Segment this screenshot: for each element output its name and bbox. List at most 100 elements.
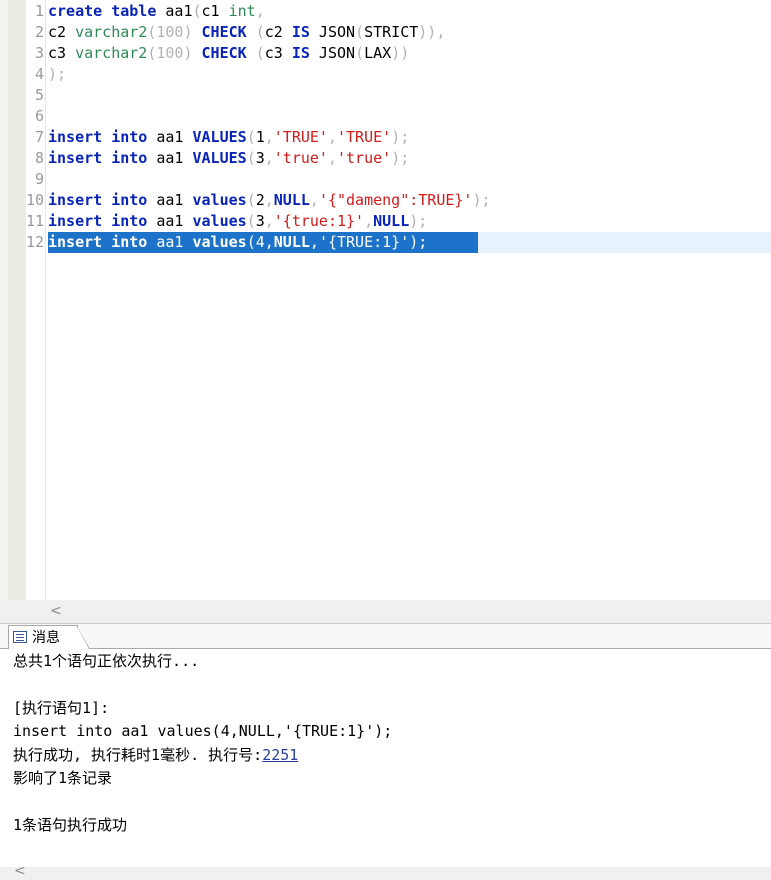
code-token: JSON [309,44,356,62]
code-token: , [327,128,337,146]
code-line[interactable]: 10 insert into aa1 values(2,NULL,'{"damen… [0,190,771,211]
code-token: ( [355,44,365,62]
code-line[interactable]: 5 [0,85,771,106]
code-token: insert [48,149,103,167]
code-token: insert [48,128,103,146]
code-token: , [264,233,274,251]
code-token: into [111,149,148,167]
code-token: ( [246,128,256,146]
code-token: VALUES [192,149,247,167]
scroll-left-icon[interactable]: < [50,600,62,622]
code-token: ( [246,149,256,167]
code-line[interactable]: 4); [0,64,771,85]
code-token: 1 [255,128,265,146]
message-icon [13,631,27,643]
code-token: '{true:1}' [273,212,365,230]
code-line[interactable]: 1 create table aa1(c1 int, [0,1,771,22]
code-text: c3 varchar2(100) CHECK (c3 IS JSON(LAX)) [48,43,409,64]
editor-horizontal-scrollbar[interactable]: < [0,600,771,623]
code-token: , [264,128,274,146]
code-token: , [264,149,274,167]
code-token: IS [291,44,310,62]
tab-messages[interactable]: 消息 [8,625,78,650]
code-token: '{TRUE:1}' [318,233,410,251]
code-token: 'true' [337,149,392,167]
code-token: 4 [255,233,265,251]
code-line[interactable]: 2 c2 varchar2(100) CHECK (c2 IS JSON(STRI… [0,22,771,43]
code-token: ); [472,191,491,209]
code-token: NULL [273,191,310,209]
code-token: ); [391,128,410,146]
code-token: create [48,2,103,20]
tab-messages-label: 消息 [32,630,60,646]
code-text: ); [48,64,66,85]
line-number: 12 [25,233,44,251]
code-text: insert into aa1 values(4,NULL,'{TRUE:1}'… [48,232,427,253]
scroll-left-icon[interactable]: < [14,863,26,879]
code-token: VALUES [192,128,247,146]
code-line[interactable]: 9 [0,169,771,190]
code-token: c1 [201,2,229,20]
message-line: 1条语句执行成功 [13,816,128,834]
code-token: ); [409,233,428,251]
line-number: 1 [34,2,44,20]
code-token: IS [291,23,310,41]
code-line[interactable]: 11 insert into aa1 values(3,'{true:1}',NU… [0,211,771,232]
code-line[interactable]: 8 insert into aa1 VALUES(3,'true','true')… [0,148,771,169]
code-token: , [255,2,265,20]
code-token: table [111,2,157,20]
code-token: LAX [364,44,392,62]
code-token: into [111,212,148,230]
code-line[interactable]: 6 [0,106,771,127]
message-line: 影响了1条记录 [13,769,113,787]
code-text: insert into aa1 VALUES(1,'TRUE','TRUE'); [48,127,409,148]
messages-horizontal-scrollbar[interactable]: < [0,863,771,880]
code-token: 'TRUE' [337,128,392,146]
code-token: , [309,191,319,209]
code-token: ( [355,23,365,41]
code-line[interactable]: 7 insert into aa1 VALUES(1,'TRUE','TRUE')… [0,127,771,148]
code-token: ( [246,191,256,209]
code-token: varchar2 [75,23,148,41]
code-token: 'TRUE' [273,128,328,146]
code-token: values [192,191,247,209]
code-text: insert into aa1 VALUES(3,'true','true'); [48,148,409,169]
code-token: ); [391,149,410,167]
code-token: , [309,233,319,251]
line-number: 3 [34,44,44,62]
code-token: JSON [309,23,356,41]
line-number: 11 [25,212,44,230]
line-number: 10 [25,191,44,209]
message-line: 执行成功, 执行耗时1毫秒. 执行号:2251 [13,745,298,765]
code-line[interactable]: 3 c3 varchar2(100) CHECK (c3 IS JSON(LAX)… [0,43,771,64]
code-token: , [364,212,374,230]
code-token: '{"dameng":TRUE}' [318,191,473,209]
code-line[interactable]: 12 insert into aa1 values(4,NULL,'{TRUE:1… [0,232,771,253]
code-token: insert [48,212,103,230]
code-token: varchar2 [75,44,148,62]
code-token: , [264,191,274,209]
code-text: c2 varchar2(100) CHECK (c2 IS JSON(STRIC… [48,22,445,43]
code-token: (100) [147,23,202,41]
code-token: )), [418,23,446,41]
code-token: c3 [264,44,292,62]
sql-editor[interactable]: 1 create table aa1(c1 int, 2 c2 varchar2(10… [0,0,771,600]
code-token: into [111,128,148,146]
code-token: aa1 [156,2,193,20]
code-token: c2 [48,23,76,41]
code-text: create table aa1(c1 int, [48,1,265,22]
code-token: , [264,212,274,230]
code-token: insert [48,191,103,209]
code-token: ( [246,233,256,251]
tab-edge-fill [77,627,89,649]
code-text: insert into aa1 values(3,'{true:1}',NULL… [48,211,427,232]
code-token: ( [192,2,202,20]
code-token: values [192,212,247,230]
execution-id-link[interactable]: 2251 [262,746,298,764]
code-token: ); [409,212,428,230]
line-number: 6 [34,107,44,125]
